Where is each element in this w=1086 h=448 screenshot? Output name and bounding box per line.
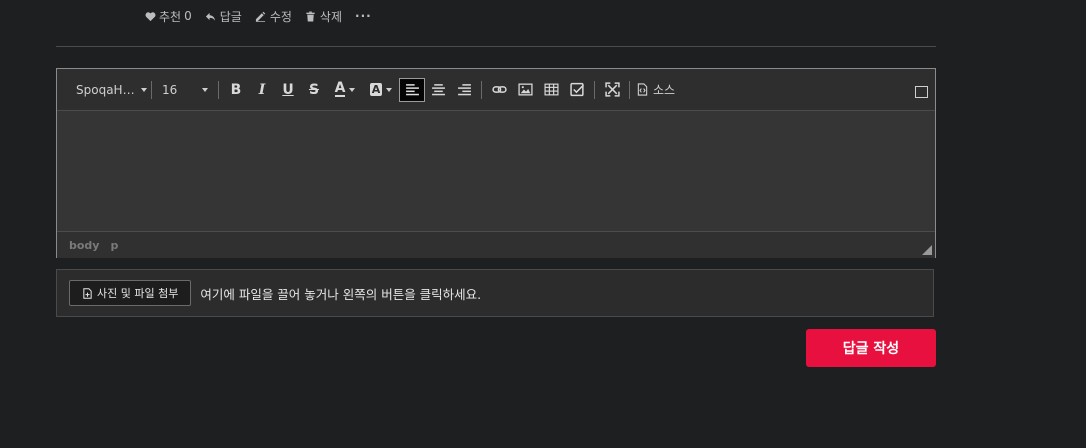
fullscreen-button[interactable]	[599, 78, 625, 102]
toolbar-separator	[218, 80, 219, 99]
rich-text-editor: SpoqaH… 16 B I U S A A 소스 body p	[56, 68, 936, 258]
reply-icon	[205, 10, 217, 22]
recommend-label: 추천	[159, 9, 182, 24]
table-button[interactable]	[538, 78, 564, 102]
checkbox-icon	[569, 82, 584, 97]
more-button[interactable]: ···	[355, 9, 372, 23]
font-color-icon: A	[334, 80, 346, 97]
toolbar-separator	[594, 80, 595, 99]
edit-button[interactable]: 수정	[255, 8, 292, 25]
bold-button[interactable]: B	[223, 78, 249, 102]
table-icon	[543, 83, 559, 96]
delete-label: 삭제	[319, 9, 343, 24]
background-color-button[interactable]: A	[363, 78, 399, 102]
align-right-icon	[457, 84, 471, 96]
drop-hint: 여기에 파일을 끌어 놓거나 왼쪽의 버튼을 클릭하세요.	[200, 286, 482, 302]
toolbar-separator	[481, 80, 482, 99]
font-family-value: SpoqaH…	[76, 82, 135, 97]
fullscreen-icon	[604, 82, 620, 97]
maximize-icon[interactable]	[915, 86, 928, 98]
chevron-down-icon	[349, 87, 356, 92]
italic-button[interactable]: I	[249, 78, 275, 102]
font-size-value: 16	[162, 82, 178, 97]
more-icon: ···	[355, 9, 372, 23]
link-icon	[491, 86, 507, 93]
source-button[interactable]: 소스	[636, 81, 675, 98]
strikethrough-icon: S	[308, 81, 320, 98]
font-color-button[interactable]: A	[327, 78, 363, 102]
strikethrough-button[interactable]: S	[301, 78, 327, 102]
underline-button[interactable]: U	[275, 78, 301, 102]
attach-file-button[interactable]: 사진 및 파일 첨부	[69, 280, 192, 306]
editor-toolbar: SpoqaH… 16 B I U S A A 소스	[57, 69, 935, 111]
submit-reply-button[interactable]: 답글 작성	[806, 329, 936, 367]
section-divider	[56, 46, 936, 47]
background-color-icon: A	[369, 83, 383, 96]
recommend-count: 0	[184, 9, 192, 23]
path-item-p[interactable]: p	[110, 239, 118, 252]
recommend-button[interactable]: 추천 0	[144, 8, 192, 25]
link-button[interactable]	[486, 78, 512, 102]
resize-handle-icon[interactable]	[922, 245, 932, 255]
file-add-icon	[83, 287, 92, 299]
file-attachment-area[interactable]: 사진 및 파일 첨부 여기에 파일을 끌어 놓거나 왼쪽의 버튼을 클릭하세요.	[56, 269, 934, 317]
align-right-button[interactable]	[451, 78, 477, 102]
align-left-icon	[405, 84, 419, 96]
checklist-button[interactable]	[564, 78, 590, 102]
font-family-select[interactable]: SpoqaH…	[63, 79, 147, 101]
attach-file-label: 사진 및 파일 첨부	[97, 287, 179, 300]
align-center-button[interactable]	[425, 78, 451, 102]
edit-label: 수정	[269, 9, 292, 24]
element-path-bar: body p	[57, 231, 935, 258]
font-size-select[interactable]: 16	[156, 79, 214, 101]
delete-button[interactable]: 삭제	[305, 8, 342, 25]
path-item-body[interactable]: body	[69, 239, 99, 252]
reply-label: 답글	[219, 9, 242, 24]
source-label: 소스	[653, 83, 676, 97]
align-center-icon	[431, 84, 445, 96]
italic-icon: I	[258, 81, 266, 98]
reply-button[interactable]: 답글	[205, 8, 242, 25]
post-actions: 추천 0 답글 수정 삭제 ···	[144, 8, 385, 24]
toolbar-separator	[151, 80, 152, 99]
image-button[interactable]	[512, 78, 538, 102]
pencil-icon	[255, 10, 267, 22]
bold-icon: B	[230, 81, 242, 98]
heart-icon	[144, 10, 156, 22]
align-left-button[interactable]	[399, 77, 425, 102]
editor-content-area[interactable]	[57, 111, 935, 231]
trash-icon	[305, 10, 317, 22]
toolbar-separator	[629, 80, 630, 99]
chevron-down-icon	[202, 87, 208, 92]
chevron-down-icon	[140, 87, 147, 92]
source-icon	[637, 83, 648, 96]
underline-icon: U	[282, 81, 294, 98]
chevron-down-icon	[386, 87, 393, 92]
image-icon	[517, 83, 533, 96]
